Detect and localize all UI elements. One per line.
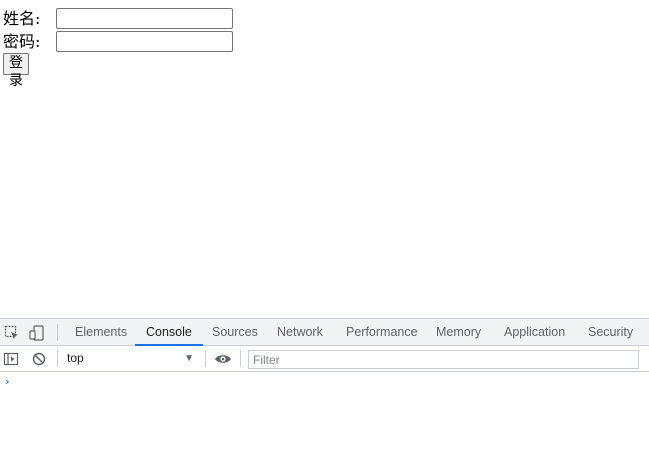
name-label: 姓名: [3, 9, 41, 28]
name-input[interactable] [56, 8, 233, 29]
tab-elements[interactable]: Elements [64, 319, 138, 346]
login-button[interactable]: 登录 [3, 53, 29, 89]
toolbar-separator [240, 350, 241, 367]
tab-security[interactable]: Security [577, 319, 644, 346]
tab-performance[interactable]: Performance [335, 319, 429, 346]
console-toolbar: top ▼ [0, 346, 649, 372]
sidebar-toggle-icon[interactable] [3, 351, 19, 367]
eye-icon[interactable] [214, 351, 231, 367]
chevron-down-icon: ▼ [184, 353, 194, 364]
toolbar-separator [205, 350, 206, 367]
context-select-value: top [67, 351, 84, 365]
tab-console[interactable]: Console [135, 319, 203, 346]
console-prompt-icon: › [4, 375, 11, 388]
device-toolbar-icon[interactable] [29, 325, 45, 341]
tab-network[interactable]: Network [266, 319, 334, 346]
tab-sources[interactable]: Sources [201, 319, 269, 346]
console-input[interactable] [14, 374, 634, 390]
inspect-element-icon[interactable] [4, 325, 20, 341]
context-select[interactable]: top ▼ [62, 349, 198, 368]
tabbar-separator [57, 324, 58, 341]
toolbar-separator [57, 350, 58, 367]
password-input[interactable] [56, 31, 233, 52]
devtools-tabbar: Elements Console Sources Network Perform… [0, 318, 649, 346]
clear-console-icon[interactable] [31, 351, 47, 367]
tab-application[interactable]: Application [493, 319, 576, 346]
tab-memory[interactable]: Memory [425, 319, 492, 346]
password-label: 密码: [3, 32, 41, 51]
filter-input[interactable] [248, 350, 639, 369]
devtools-panel: Elements Console Sources Network Perform… [0, 318, 649, 469]
